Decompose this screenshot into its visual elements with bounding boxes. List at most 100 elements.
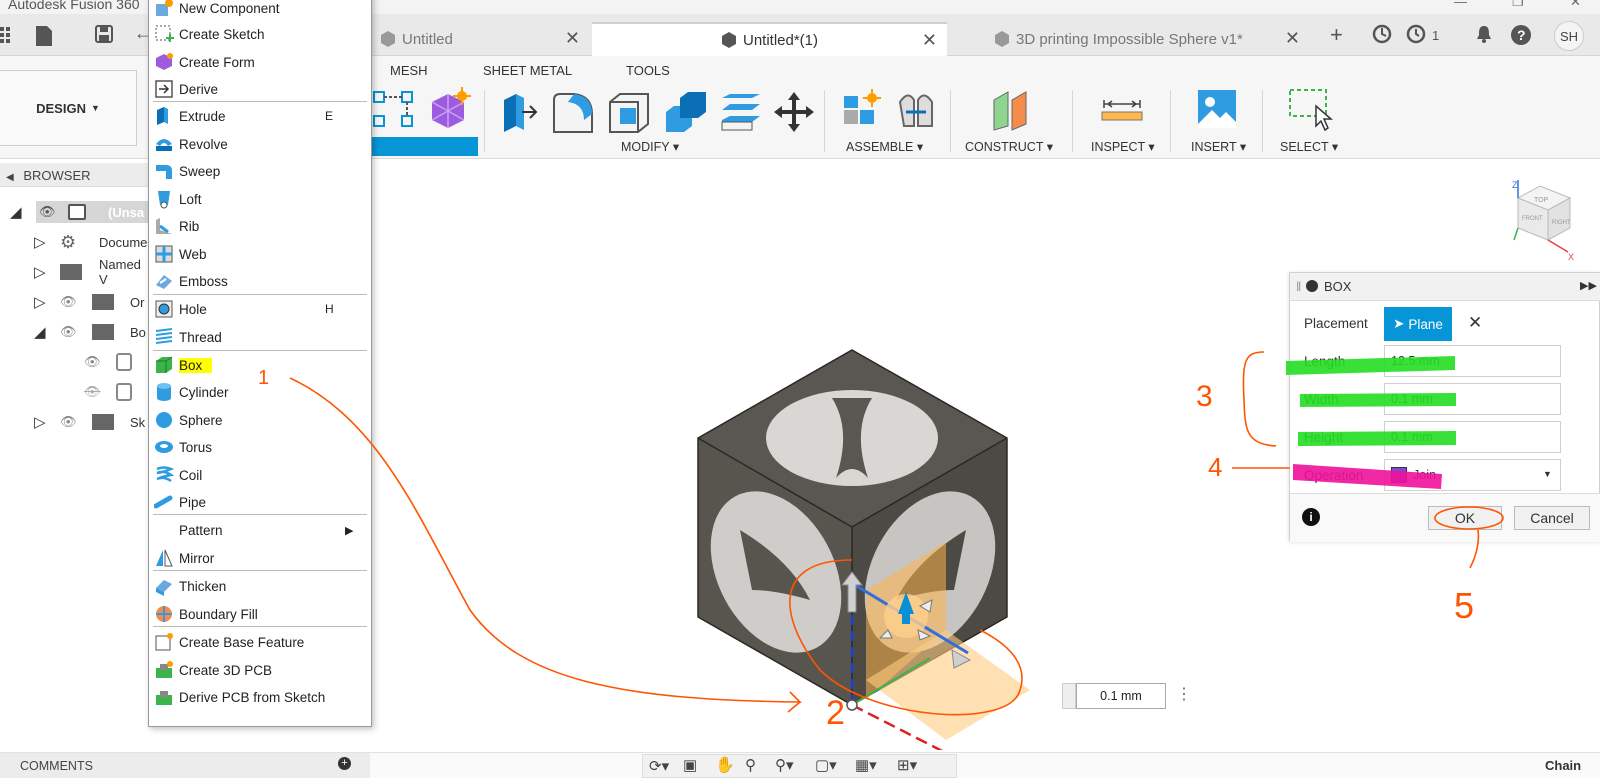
combine-icon[interactable] bbox=[662, 90, 708, 136]
menu-item-hole[interactable]: Hole H bbox=[149, 296, 371, 322]
fillet-icon[interactable] bbox=[550, 90, 596, 136]
tab-sheet-metal[interactable]: SHEET METAL bbox=[483, 63, 572, 78]
menu-item-emboss[interactable]: Emboss bbox=[149, 268, 371, 294]
box-dialog-header[interactable]: ‖ BOX ▶▶ bbox=[1290, 273, 1600, 301]
menu-item-create-form[interactable]: Create Form bbox=[149, 49, 371, 75]
pan-hand-icon[interactable]: ✋ bbox=[715, 755, 735, 775]
add-comment-icon[interactable]: + bbox=[338, 757, 351, 770]
select-menu[interactable]: SELECT ▾ bbox=[1280, 139, 1338, 154]
inspect-menu[interactable]: INSPECT ▾ bbox=[1091, 139, 1155, 154]
workspace-switcher-button[interactable]: DESIGN ▼ bbox=[0, 70, 137, 146]
minimize-icon[interactable]: — bbox=[1454, 0, 1467, 9]
tab-untitled-1-active[interactable]: Untitled*(1) ✕ bbox=[592, 22, 947, 56]
menu-item-pipe[interactable]: Pipe bbox=[149, 489, 371, 515]
ok-button[interactable]: OK bbox=[1428, 506, 1502, 530]
view-cube[interactable]: TOP FRONT RIGHT Z X bbox=[1508, 178, 1588, 262]
placement-plane-button[interactable]: ➤ Plane bbox=[1384, 307, 1452, 341]
construct-menu[interactable]: CONSTRUCT ▾ bbox=[965, 139, 1053, 154]
menu-item-create-sketch[interactable]: Create Sketch bbox=[149, 21, 371, 47]
grid-settings-icon[interactable]: ▦▾ bbox=[855, 756, 877, 774]
menu-item-create-3d-pcb[interactable]: Create 3D PCB bbox=[149, 657, 371, 683]
window-select-icon[interactable] bbox=[1288, 88, 1336, 132]
save-icon[interactable] bbox=[94, 24, 116, 46]
user-avatar[interactable]: SH bbox=[1554, 21, 1584, 51]
insert-menu[interactable]: INSERT ▾ bbox=[1191, 139, 1246, 154]
tab-tools[interactable]: TOOLS bbox=[626, 63, 670, 78]
help-icon[interactable]: ? bbox=[1510, 24, 1532, 46]
collapse-dialog-icon[interactable] bbox=[1306, 280, 1318, 292]
close-tab-icon[interactable]: ✕ bbox=[922, 30, 937, 51]
menu-item-revolve[interactable]: Revolve bbox=[149, 131, 371, 157]
menu-divider bbox=[153, 514, 367, 515]
close-tab-icon[interactable]: ✕ bbox=[1285, 28, 1300, 49]
menu-item-boundary-fill[interactable]: Boundary Fill bbox=[149, 601, 371, 627]
menu-item-pattern[interactable]: Pattern ▶ bbox=[149, 517, 371, 543]
shell-icon[interactable] bbox=[606, 90, 652, 136]
create-form-icon[interactable] bbox=[426, 86, 472, 132]
loft-icon bbox=[158, 191, 170, 209]
move-copy-icon[interactable] bbox=[772, 90, 816, 134]
viewports-icon[interactable]: ⊞▾ bbox=[897, 756, 917, 774]
tab-untitled[interactable]: Untitled ✕ bbox=[372, 22, 590, 56]
data-panel-grid-icon[interactable] bbox=[0, 26, 22, 48]
orbit-icon[interactable]: ⟳▾ bbox=[649, 757, 669, 775]
dimension-input[interactable]: 0.1 mm bbox=[1076, 683, 1166, 709]
navigation-toolbar: ⟳▾ ▣ ✋ ⚲ ⚲▾ ▢▾ ▦▾ ⊞▾ bbox=[642, 754, 957, 778]
drag-handle-icon[interactable]: ‖ bbox=[1296, 279, 1301, 294]
create-group-highlight[interactable] bbox=[372, 137, 478, 156]
cancel-button[interactable]: Cancel bbox=[1514, 506, 1590, 530]
menu-item-sweep[interactable]: Sweep bbox=[149, 158, 371, 184]
fit-zoom-icon[interactable]: ⚲▾ bbox=[775, 756, 794, 774]
tab-mesh[interactable]: MESH bbox=[390, 63, 428, 78]
joint-icon[interactable] bbox=[896, 88, 936, 132]
extensions-icon[interactable] bbox=[1372, 24, 1394, 46]
offset-plane-icon[interactable] bbox=[990, 88, 1030, 132]
clear-selection-icon[interactable]: ✕ bbox=[1468, 313, 1482, 333]
menu-item-rib[interactable]: Rib bbox=[149, 213, 371, 239]
tab-impossible-sphere[interactable]: 3D printing Impossible Sphere v1* ✕ bbox=[960, 22, 1310, 56]
create-sketch-icon[interactable] bbox=[372, 88, 416, 132]
menu-item-create-base-feature[interactable]: Create Base Feature bbox=[149, 629, 371, 655]
menu-item-sphere[interactable]: Sphere bbox=[149, 407, 371, 433]
length-input[interactable]: 12.5 mm bbox=[1384, 345, 1561, 377]
comments-panel[interactable]: COMMENTS + bbox=[0, 753, 370, 778]
modify-menu[interactable]: MODIFY ▾ bbox=[621, 139, 679, 154]
menu-item-torus[interactable]: Torus bbox=[149, 434, 371, 460]
menu-item-thread[interactable]: Thread bbox=[149, 324, 371, 350]
menu-item-loft[interactable]: Loft bbox=[149, 186, 371, 212]
origin-point[interactable] bbox=[846, 699, 858, 711]
assemble-menu[interactable]: ASSEMBLE ▾ bbox=[846, 139, 923, 154]
menu-item-mirror[interactable]: Mirror bbox=[149, 545, 371, 571]
width-input[interactable]: 0.1 mm bbox=[1384, 383, 1561, 415]
look-at-icon[interactable]: ▣ bbox=[683, 756, 697, 774]
dimension-grip[interactable] bbox=[1062, 683, 1076, 709]
menu-item-cylinder[interactable]: Cylinder bbox=[149, 379, 371, 405]
menu-item-derive[interactable]: Derive bbox=[149, 76, 371, 102]
more-options-icon[interactable]: ⋮ bbox=[1176, 684, 1192, 704]
expand-dialog-icon[interactable]: ▶▶ bbox=[1580, 279, 1597, 292]
new-tab-plus-icon[interactable]: + bbox=[1330, 22, 1343, 48]
new-component-icon[interactable] bbox=[840, 88, 884, 132]
offset-face-icon[interactable] bbox=[718, 90, 764, 136]
display-settings-icon[interactable]: ▢▾ bbox=[815, 756, 837, 774]
menu-item-new-component[interactable]: New Component bbox=[149, 0, 371, 21]
menu-item-box[interactable]: Box bbox=[149, 352, 371, 378]
height-input[interactable]: 0.1 mm bbox=[1384, 421, 1561, 453]
notifications-bell-icon[interactable] bbox=[1475, 24, 1497, 46]
close-tab-icon[interactable]: ✕ bbox=[565, 28, 580, 49]
menu-item-web[interactable]: Web bbox=[149, 241, 371, 267]
job-status-icon[interactable] bbox=[1406, 24, 1428, 46]
menu-item-thicken[interactable]: Thicken bbox=[149, 573, 371, 599]
maximize-icon[interactable]: ❐ bbox=[1512, 0, 1524, 10]
press-pull-icon[interactable] bbox=[498, 90, 540, 134]
file-menu-icon[interactable] bbox=[34, 24, 56, 46]
info-icon[interactable]: i bbox=[1302, 508, 1320, 526]
measure-icon[interactable] bbox=[1100, 96, 1144, 126]
zoom-icon[interactable]: ⚲ bbox=[745, 756, 756, 774]
menu-item-coil[interactable]: Coil bbox=[149, 462, 371, 488]
close-window-icon[interactable]: ✕ bbox=[1570, 0, 1581, 10]
insert-image-icon[interactable] bbox=[1196, 88, 1238, 130]
operation-select[interactable]: Join ▼ bbox=[1384, 459, 1561, 491]
menu-item-extrude[interactable]: Extrude E bbox=[149, 103, 371, 129]
menu-item-derive-pcb[interactable]: Derive PCB from Sketch bbox=[149, 684, 371, 710]
